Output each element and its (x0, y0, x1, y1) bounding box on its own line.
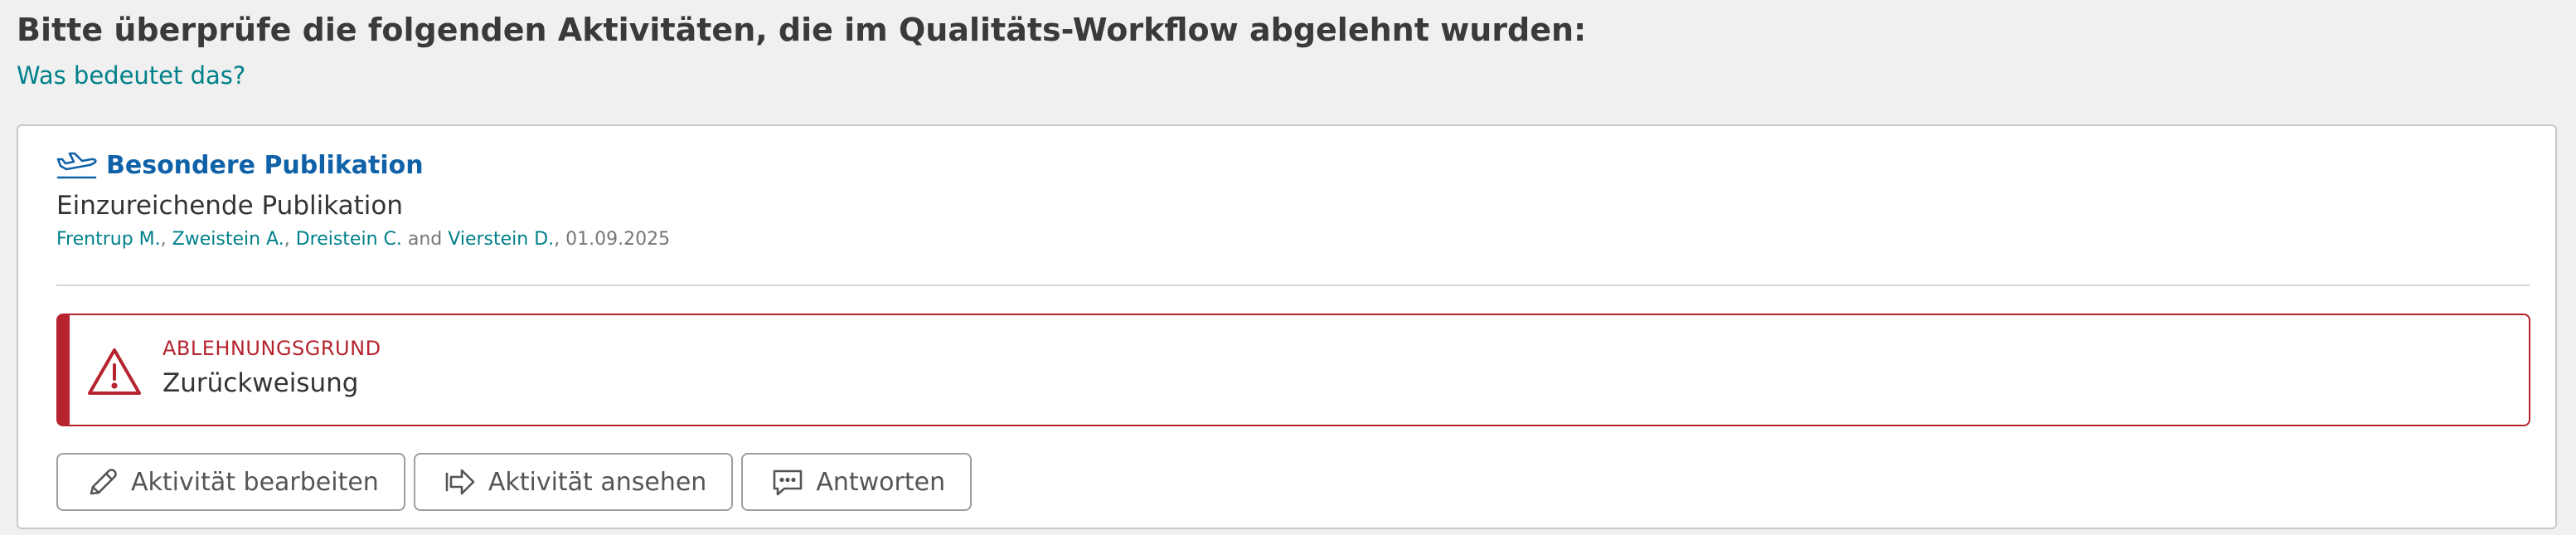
arrow-right-icon (445, 469, 475, 495)
warning-triangle-icon (88, 348, 141, 395)
author-link[interactable]: Frentrup M. (56, 229, 161, 250)
rejection-reason-box: ABLEHNUNGSGRUND Zurückweisung (56, 314, 2530, 426)
author-conjunction: and (401, 229, 449, 250)
author-separator: , (160, 229, 172, 250)
activity-card: Besondere Publikation Einzureichende Pub… (17, 124, 2557, 529)
airplane-icon (56, 152, 97, 178)
pencil-icon (90, 469, 117, 495)
activity-meta: Frentrup M., Zweistein A., Dreistein C. … (56, 229, 670, 250)
author-separator: , (554, 229, 566, 250)
view-activity-label: Aktivität ansehen (488, 467, 707, 497)
rejection-reason-label: ABLEHNUNGSGRUND (163, 337, 381, 360)
author-link[interactable]: Dreistein C. (296, 229, 402, 250)
edit-activity-label: Aktivität bearbeiten (131, 467, 379, 497)
author-link[interactable]: Vierstein D. (448, 229, 554, 250)
activity-type-label: Besondere Publikation (106, 151, 424, 180)
edit-activity-button[interactable]: Aktivität bearbeiten (56, 453, 405, 511)
rejection-reason-value: Zurückweisung (163, 368, 359, 398)
reply-label: Antworten (816, 467, 946, 497)
divider (56, 285, 2530, 286)
activity-type-row[interactable]: Besondere Publikation (56, 151, 424, 180)
activity-title: Einzureichende Publikation (56, 191, 404, 221)
author-link[interactable]: Zweistein A. (172, 229, 284, 250)
action-buttons: Aktivität bearbeiten Aktivität ansehen A… (56, 453, 973, 511)
speech-bubble-icon (774, 469, 803, 496)
reply-button[interactable]: Antworten (741, 453, 973, 511)
author-separator: , (284, 229, 296, 250)
activity-date: 01.09.2025 (565, 229, 671, 250)
view-activity-button[interactable]: Aktivität ansehen (413, 453, 734, 511)
help-link[interactable]: Was bedeutet das? (17, 61, 245, 90)
page-title: Bitte überprüfe die folgenden Aktivitäte… (17, 12, 1587, 48)
